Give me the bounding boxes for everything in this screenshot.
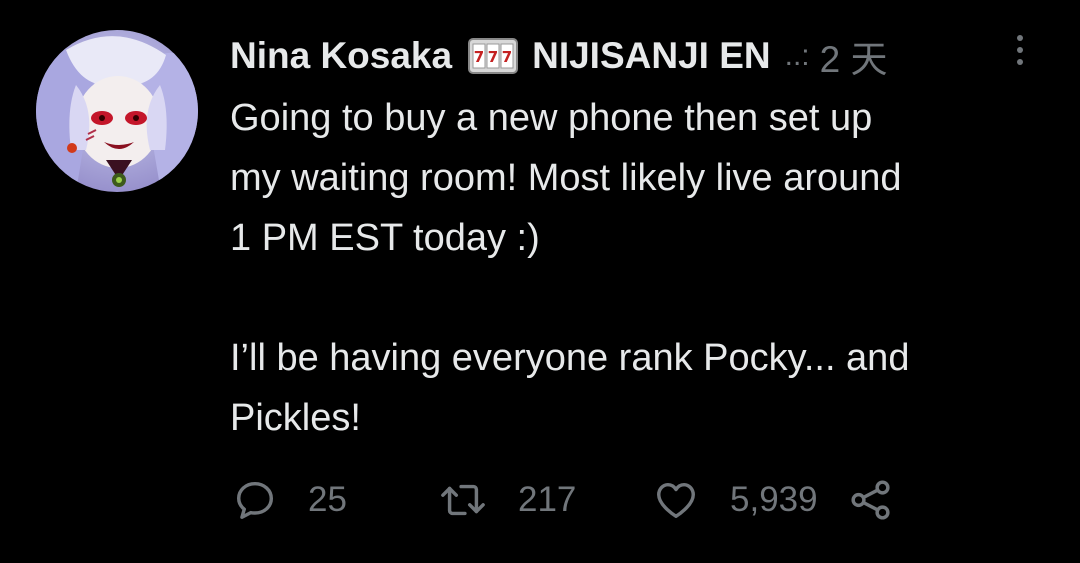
more-dot xyxy=(1017,35,1023,41)
tweet-header: Nina Kosaka 7 7 7 NIJISANJI EN ..: 2 天 xyxy=(230,30,887,82)
tweet-text-line: 1 PM EST today :) xyxy=(230,217,540,259)
heart-icon xyxy=(652,477,700,523)
tweet-text-line: Pickles! xyxy=(230,397,361,439)
tweet-text-line: I’ll be having everyone rank Pocky... an… xyxy=(230,337,910,379)
like-button[interactable]: 5,939 xyxy=(652,477,818,523)
slot-digit-2: 7 xyxy=(488,48,498,66)
author-avatar[interactable] xyxy=(36,30,198,192)
share-icon xyxy=(848,477,894,523)
tweet-timestamp[interactable]: 2 天 xyxy=(820,29,888,83)
share-button[interactable] xyxy=(848,477,894,523)
more-vertical-icon[interactable] xyxy=(1006,30,1034,70)
reply-button[interactable]: 25 xyxy=(232,477,438,523)
more-dot xyxy=(1017,47,1023,53)
author-handle[interactable]: NIJISANJI EN xyxy=(532,35,771,77)
more-dot xyxy=(1017,59,1023,65)
tweet-actions: 25 217 5,939 xyxy=(232,474,894,526)
slot-digit-3: 7 xyxy=(502,48,512,66)
slot-digit-1: 7 xyxy=(474,48,484,66)
author-name[interactable]: Nina Kosaka xyxy=(230,35,452,77)
slot-machine-emoji-icon: 7 7 7 xyxy=(468,38,519,74)
retweet-count: 217 xyxy=(518,480,577,519)
tweet-text-line: Going to buy a new phone then set up xyxy=(230,97,873,139)
tweet-body: Going to buy a new phone then set up my … xyxy=(230,88,1050,448)
tweet-text-line: my waiting room! Most likely live around xyxy=(230,157,902,199)
retweet-icon xyxy=(438,477,488,523)
reply-count: 25 xyxy=(308,480,347,519)
header-separator: ..: xyxy=(784,39,810,72)
reply-bubble-icon xyxy=(232,477,278,523)
like-count: 5,939 xyxy=(730,480,818,519)
retweet-button[interactable]: 217 xyxy=(438,477,652,523)
